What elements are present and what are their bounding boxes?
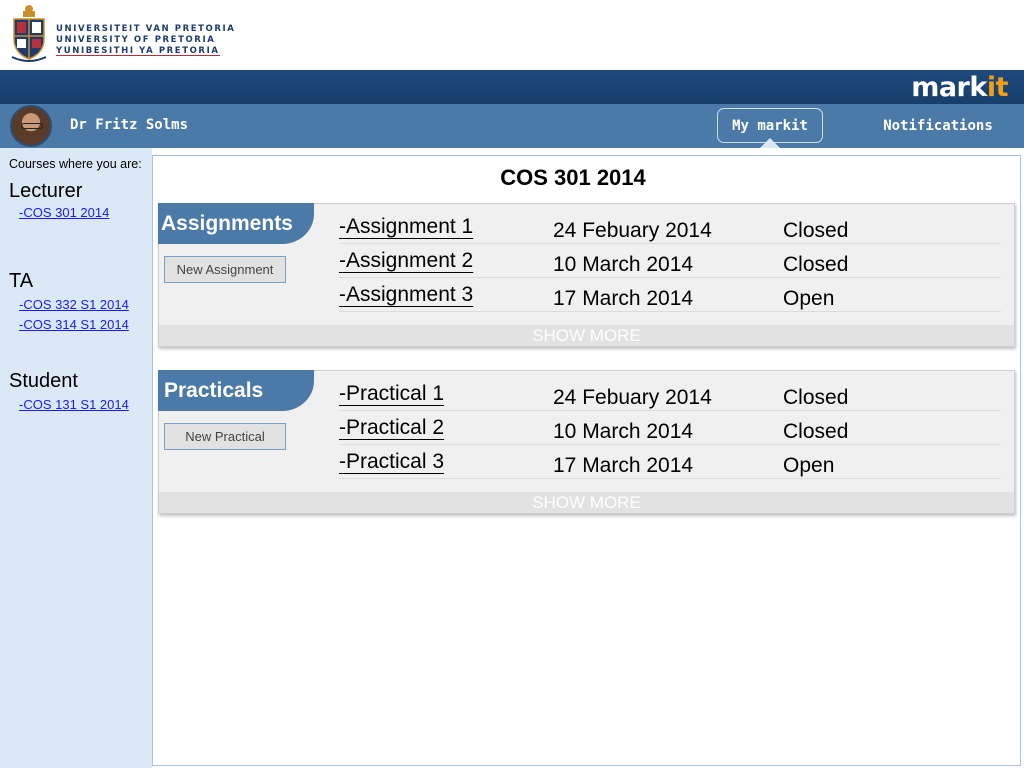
university-name-line: UNIVERSITY OF PRETORIA	[56, 35, 216, 45]
role-heading-lecturer: Lecturer	[9, 180, 83, 202]
item-status: Open	[783, 287, 835, 310]
brand-name-accent: it	[986, 71, 1009, 103]
item-status: Closed	[783, 219, 849, 242]
list-item: -Practical 1 24 Febuary 2014 Closed	[339, 377, 1001, 411]
logo-divider	[56, 55, 220, 56]
university-header: UNIVERSITEIT VAN PRETORIA UNIVERSITY OF …	[0, 0, 1024, 70]
item-status: Closed	[783, 386, 849, 409]
sidebar	[0, 148, 152, 768]
sidebar-course-link[interactable]: -COS 301 2014	[19, 205, 109, 220]
assignment-link[interactable]: -Assignment 1	[339, 215, 473, 239]
assignment-link[interactable]: -Assignment 2	[339, 249, 473, 273]
brand-bar	[0, 70, 1024, 104]
item-status: Closed	[783, 420, 849, 443]
practical-link[interactable]: -Practical 2	[339, 416, 444, 440]
page-title: COS 301 2014	[500, 165, 646, 190]
brand-name-main: mark	[911, 71, 987, 103]
new-assignment-button[interactable]: New Assignment	[164, 256, 286, 283]
item-date: 24 Febuary 2014	[553, 386, 712, 409]
sidebar-course-link[interactable]: -COS 131 S1 2014	[19, 397, 129, 412]
practical-link[interactable]: -Practical 3	[339, 450, 444, 474]
markit-logo[interactable]: mark it	[911, 70, 1008, 104]
list-item: -Assignment 1 24 Febuary 2014 Closed	[339, 210, 1001, 244]
item-date: 17 March 2014	[553, 454, 694, 477]
item-status: Closed	[783, 253, 849, 276]
avatar[interactable]	[10, 105, 52, 147]
show-more-button[interactable]: SHOW MORE	[159, 325, 1014, 346]
user-name: Dr Fritz Solms	[70, 117, 189, 133]
university-name-line: UNIVERSITEIT VAN PRETORIA	[56, 24, 236, 34]
section-title-practicals: Practicals	[158, 370, 314, 411]
sidebar-intro: Courses where you are:	[9, 157, 142, 171]
assignments-section: Assignments New Assignment -Assignment 1…	[158, 203, 1015, 347]
list-item: -Assignment 3 17 March 2014 Open	[339, 278, 1001, 312]
practical-link[interactable]: -Practical 1	[339, 382, 444, 406]
item-date: 17 March 2014	[553, 287, 694, 310]
role-heading-student: Student	[9, 370, 78, 392]
sidebar-course-link[interactable]: -COS 332 S1 2014	[19, 297, 129, 312]
item-date: 10 March 2014	[553, 253, 694, 276]
list-item: -Practical 3 17 March 2014 Open	[339, 445, 1001, 479]
sidebar-course-link[interactable]: -COS 314 S1 2014	[19, 317, 129, 332]
item-date: 10 March 2014	[553, 420, 694, 443]
university-crest-icon	[11, 5, 47, 62]
university-name: UNIVERSITEIT VAN PRETORIA UNIVERSITY OF …	[56, 24, 235, 57]
new-practical-button[interactable]: New Practical	[164, 423, 286, 450]
active-nav-pointer-icon	[760, 138, 780, 148]
practicals-section: Practicals New Practical -Practical 1 24…	[158, 370, 1015, 514]
item-status: Open	[783, 454, 835, 477]
role-heading-ta: TA	[9, 270, 34, 292]
section-title-assignments: Assignments	[158, 203, 314, 244]
list-item: -Practical 2 10 March 2014 Closed	[339, 411, 1001, 445]
glasses-icon	[21, 123, 43, 129]
nav-notifications[interactable]: Notifications	[870, 108, 1006, 143]
assignment-link[interactable]: -Assignment 3	[339, 283, 473, 307]
item-date: 24 Febuary 2014	[553, 219, 712, 242]
list-item: -Assignment 2 10 March 2014 Closed	[339, 244, 1001, 278]
show-more-button[interactable]: SHOW MORE	[159, 492, 1014, 513]
